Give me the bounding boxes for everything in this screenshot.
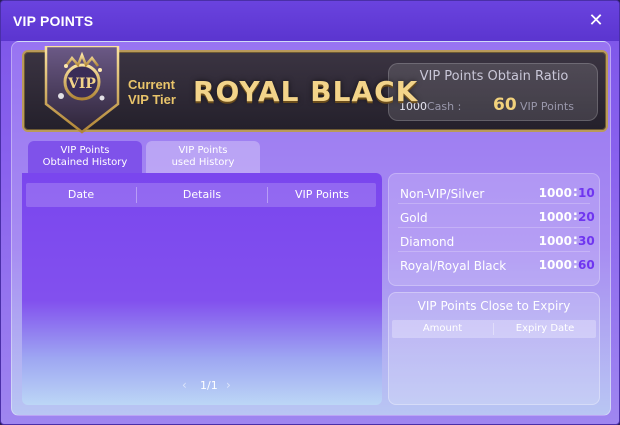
tier-name: Royal/Royal Black: [400, 259, 507, 273]
tier-cash: 1000: [538, 186, 572, 200]
tier-cash: 1000: [538, 210, 572, 224]
caption-line: Current VIP Tier: [128, 77, 176, 107]
close-icon[interactable]: ✕: [585, 10, 607, 32]
tier-cash: 1000: [538, 234, 572, 248]
column-amount: Amount: [422, 323, 463, 334]
current-tier-name: ROYAL BLACK: [193, 75, 419, 108]
column-expiry-date: Expiry Date: [515, 323, 575, 334]
column-vip-points: VIP Points: [295, 188, 349, 201]
tab-used-history[interactable]: VIP Points used History: [146, 141, 260, 173]
tier-points: 60: [578, 258, 595, 272]
prev-page-icon[interactable]: ‹: [182, 378, 187, 392]
tier-name: Gold: [400, 211, 428, 225]
current-tier-caption: Current VIP Tier: [128, 77, 176, 107]
expiry-table-header: Amount Expiry Date: [392, 320, 596, 338]
ratio-cash-label: Cash :: [427, 100, 462, 113]
tier-name: Diamond: [400, 235, 455, 249]
ratio-box: VIP Points Obtain Ratio 1000 Cash : 60 V…: [388, 63, 598, 121]
window-title: VIP POINTS: [13, 13, 94, 29]
ratio-line: 1000 Cash : 60 VIP Points: [389, 94, 599, 118]
vip-badge-icon: VIP: [44, 46, 120, 134]
column-date: Date: [67, 188, 95, 201]
tier-row-gold: Gold 1000 : 20: [398, 208, 595, 228]
tab-label: VIP Points used History: [171, 145, 235, 168]
pagination: ‹ 1/1 ›: [180, 378, 240, 396]
tier-row-non-vip-silver: Non-VIP/Silver 1000 : 10: [398, 184, 595, 204]
history-table-header: Date Details VIP Points: [26, 183, 376, 207]
tab-label: VIP Points Obtained History: [42, 145, 128, 168]
tab-obtained-history[interactable]: VIP Points Obtained History: [28, 141, 142, 173]
history-panel: [22, 173, 382, 405]
tier-points: 20: [578, 210, 595, 224]
expiry-title: VIP Points Close to Expiry: [417, 299, 571, 313]
column-details: Details: [182, 188, 222, 201]
badge-text: VIP: [67, 76, 96, 92]
tier-row-diamond: Diamond 1000 : 30: [398, 232, 595, 252]
ratio-points-amount: 60: [493, 95, 517, 115]
title-bar: VIP POINTS ✕: [1, 1, 619, 41]
tier-points: 10: [578, 186, 595, 200]
page-indicator: 1/1: [200, 379, 218, 392]
ratio-title: VIP Points Obtain Ratio: [419, 69, 569, 84]
tier-cash: 1000: [538, 258, 572, 272]
ratio-points-label: VIP Points: [520, 100, 574, 113]
tier-points: 30: [578, 234, 595, 248]
tier-row-royal-black: Royal/Royal Black 1000 : 60: [398, 256, 595, 276]
tier-name: Non-VIP/Silver: [400, 187, 485, 201]
next-page-icon[interactable]: ›: [226, 378, 231, 392]
